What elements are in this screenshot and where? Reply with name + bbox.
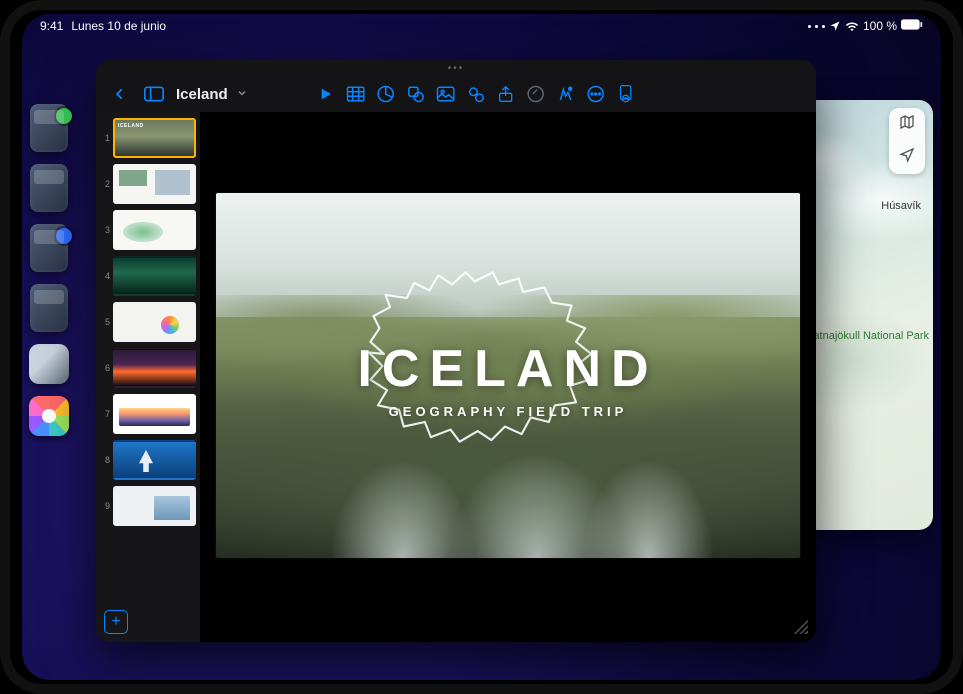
slide-thumbnail[interactable] <box>113 348 196 388</box>
slide-thumb-6[interactable]: 6 <box>100 348 196 388</box>
slide-number: 1 <box>100 133 110 143</box>
share-button[interactable] <box>492 80 520 108</box>
slide-thumb-2[interactable]: 2 <box>100 164 196 204</box>
slide-subtitle[interactable]: GEOGRAPHY FIELD TRIP <box>216 404 800 419</box>
stage-stack-3[interactable] <box>30 224 68 272</box>
map-mode-icon[interactable] <box>899 114 915 135</box>
stage-manager-shelf <box>26 104 72 436</box>
location-icon[interactable] <box>899 147 915 168</box>
plus-icon: + <box>111 613 120 631</box>
slide-number: 2 <box>100 179 110 189</box>
keynote-toolbar: Iceland <box>96 76 816 112</box>
add-slide-button[interactable]: + <box>104 610 128 634</box>
status-time: 9:41 <box>40 19 63 33</box>
map-label-husavik[interactable]: Húsavík <box>881 200 921 212</box>
slide-number: 3 <box>100 225 110 235</box>
media-button[interactable] <box>462 80 490 108</box>
table-button[interactable] <box>342 80 370 108</box>
shape-button[interactable] <box>402 80 430 108</box>
slide-canvas-area[interactable]: ICELAND GEOGRAPHY FIELD TRIP <box>200 112 816 642</box>
more-button[interactable] <box>582 80 610 108</box>
stage-stack-1[interactable] <box>30 104 68 152</box>
image-button[interactable] <box>432 80 460 108</box>
ipad-frame: 9:41 Lunes 10 de junio 100 % <box>0 0 963 694</box>
play-button[interactable] <box>312 80 340 108</box>
photos-app-tile[interactable] <box>29 396 69 436</box>
battery-percent: 100 % <box>863 19 897 33</box>
location-status-icon <box>829 20 841 32</box>
slide-thumb-8[interactable]: 8 <box>100 440 196 480</box>
document-title[interactable]: Iceland <box>176 86 228 103</box>
current-slide[interactable]: ICELAND GEOGRAPHY FIELD TRIP <box>216 193 800 558</box>
back-button[interactable] <box>106 80 134 108</box>
chart-button[interactable] <box>372 80 400 108</box>
messages-badge-icon <box>56 108 72 124</box>
stage-stack-4[interactable] <box>30 284 68 332</box>
slide-thumbnail[interactable] <box>113 256 196 296</box>
document-options-button[interactable] <box>612 80 640 108</box>
maps-controls <box>889 108 925 174</box>
slide-thumbnail[interactable] <box>113 486 196 526</box>
stage-stack-2[interactable] <box>30 164 68 212</box>
slide-thumb-3[interactable]: 3 <box>100 210 196 250</box>
app-badge-icon <box>56 228 72 244</box>
animate-button[interactable] <box>552 80 580 108</box>
slide-thumb-9[interactable]: 9 <box>100 486 196 526</box>
slide-thumb-7[interactable]: 7 <box>100 394 196 434</box>
slide-number: 9 <box>100 501 110 511</box>
slide-number: 6 <box>100 363 110 373</box>
slide-number: 4 <box>100 271 110 281</box>
record-button[interactable] <box>522 80 550 108</box>
slide-title[interactable]: ICELAND <box>216 339 800 399</box>
status-bar: 9:41 Lunes 10 de junio 100 % <box>22 14 941 38</box>
ipad-screen: 9:41 Lunes 10 de junio 100 % <box>22 14 941 680</box>
slide-thumbnail[interactable]: ICELAND <box>113 118 196 158</box>
slide-thumbnail[interactable] <box>113 210 196 250</box>
slide-number: 5 <box>100 317 110 327</box>
keynote-window: ••• Iceland <box>96 60 816 642</box>
window-drag-handle-icon[interactable]: ••• <box>96 60 816 76</box>
slide-thumb-1[interactable]: 1ICELAND <box>100 118 196 158</box>
wifi-icon <box>845 21 859 31</box>
battery-icon <box>901 19 923 33</box>
slide-thumbnail[interactable] <box>113 302 196 342</box>
stage-photo-tile[interactable] <box>29 344 69 384</box>
slide-number: 7 <box>100 409 110 419</box>
window-resize-handle-icon[interactable] <box>792 618 808 634</box>
slide-thumb-4[interactable]: 4 <box>100 256 196 296</box>
slide-navigator[interactable]: 1ICELAND 2 3 4 5 6 7 8 9 + <box>96 112 200 642</box>
sidebar-toggle-button[interactable] <box>140 80 168 108</box>
status-date: Lunes 10 de junio <box>71 19 166 33</box>
slide-number: 8 <box>100 455 110 465</box>
slide-thumbnail[interactable] <box>113 394 196 434</box>
chevron-down-icon[interactable] <box>236 86 248 102</box>
slide-thumbnail[interactable] <box>113 440 196 480</box>
slide-thumb-5[interactable]: 5 <box>100 302 196 342</box>
multitask-dots-icon[interactable] <box>808 25 811 28</box>
slide-thumbnail[interactable] <box>113 164 196 204</box>
